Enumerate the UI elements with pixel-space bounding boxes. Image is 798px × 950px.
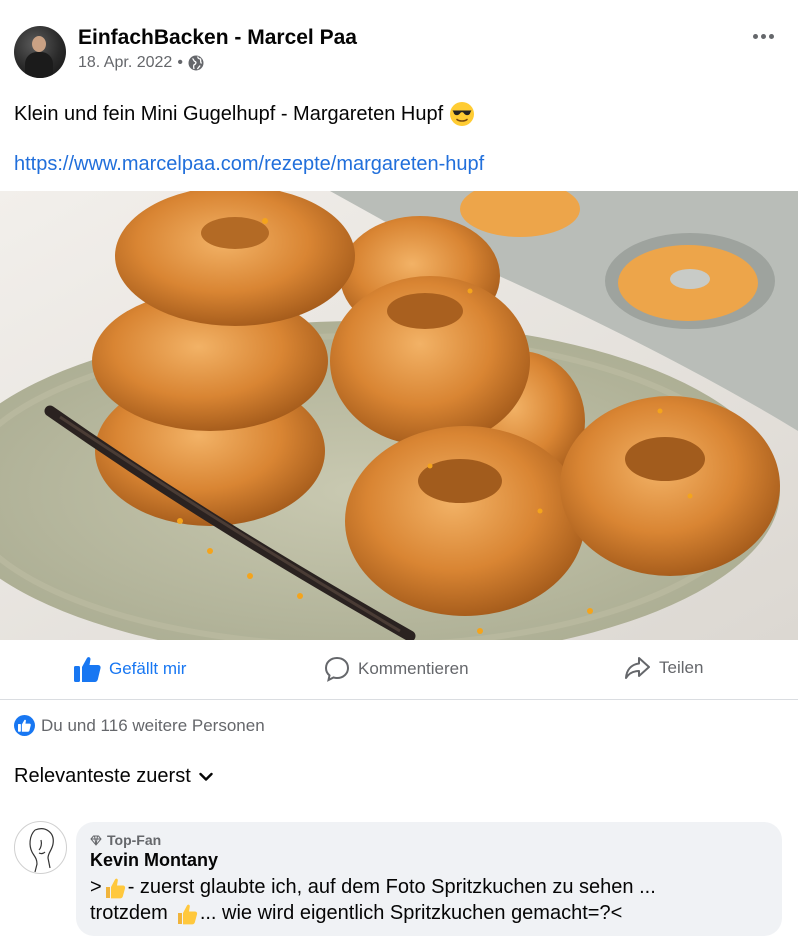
post-link[interactable]: https://www.marcelpaa.com/rezepte/margar…: [14, 153, 484, 176]
comment-icon: [324, 656, 350, 682]
like-button[interactable]: Gefällt mir: [74, 656, 186, 682]
globe-icon: [188, 55, 204, 71]
top-fan-badge: Top-Fan: [90, 832, 161, 848]
avatar-body: [25, 52, 53, 78]
post-text: Klein und fein Mini Gugelhupf - Margaret…: [14, 101, 475, 127]
sort-label: Relevanteste zuerst: [14, 765, 191, 787]
post-meta: 18. Apr. 2022 •: [78, 54, 204, 72]
dot: [768, 33, 774, 39]
badge-label: Top-Fan: [107, 832, 162, 848]
post-date[interactable]: 18. Apr. 2022: [78, 54, 172, 72]
reactions-summary[interactable]: Du und 116 weitere Personen: [14, 715, 265, 736]
page-avatar[interactable]: [14, 26, 66, 78]
comment-button[interactable]: Kommentieren: [324, 656, 469, 682]
sketch-face-icon: [29, 828, 54, 873]
share-label: Teilen: [659, 658, 704, 677]
comment-label: Kommentieren: [358, 659, 469, 678]
post-photo[interactable]: [0, 191, 798, 640]
comment-line-1: > - zuerst glaubte ich, auf dem Foto Spr…: [90, 876, 656, 899]
meta-separator: •: [177, 54, 183, 71]
share-icon: [625, 657, 650, 679]
sunglasses-emoji-icon: [450, 102, 475, 126]
gugelhupf-photo-illustration: [0, 191, 798, 640]
comment-line1-rest: - zuerst glaubte ich, auf dem Foto Sprit…: [127, 876, 656, 898]
reactions-text: Du und 116 weitere Personen: [41, 715, 265, 735]
post-text-content: Klein und fein Mini Gugelhupf - Margaret…: [14, 102, 444, 125]
dot: [752, 33, 758, 39]
like-reaction-icon: [14, 715, 35, 736]
commenter-avatar[interactable]: [14, 821, 67, 874]
comment-line1-prefix: >: [90, 876, 102, 898]
comment-author[interactable]: Kevin Montany: [90, 850, 218, 871]
page-name[interactable]: EinfachBacken - Marcel Paa: [78, 26, 357, 50]
comment-line2-prefix: trotzdem: [90, 902, 168, 924]
comment-line-2: trotzdem ... wie wird eigentlich Spritzk…: [90, 902, 622, 925]
post-header: EinfachBacken - Marcel Paa 18. Apr. 2022…: [0, 0, 798, 90]
comments-sort-dropdown[interactable]: Relevanteste zuerst: [14, 765, 213, 788]
chevron-down-icon: [199, 772, 213, 781]
thumbs-up-emoji-icon: [177, 904, 197, 924]
like-label: Gefällt mir: [109, 659, 187, 678]
dot: [760, 33, 766, 39]
more-horizontal-icon[interactable]: [748, 24, 778, 48]
thumbs-up-icon: [74, 657, 101, 682]
share-button[interactable]: Teilen: [624, 656, 703, 680]
thumbs-up-emoji-icon: [105, 878, 125, 898]
post-actions: Gefällt mir Kommentieren Teilen: [0, 642, 798, 700]
avatar-head: [32, 36, 46, 52]
comment-line2-rest: ... wie wird eigentlich Spritzkuchen gem…: [199, 902, 623, 924]
comment-bubble: Top-Fan Kevin Montany > - zuerst glaubte…: [76, 822, 782, 936]
diamond-icon: [90, 835, 102, 846]
